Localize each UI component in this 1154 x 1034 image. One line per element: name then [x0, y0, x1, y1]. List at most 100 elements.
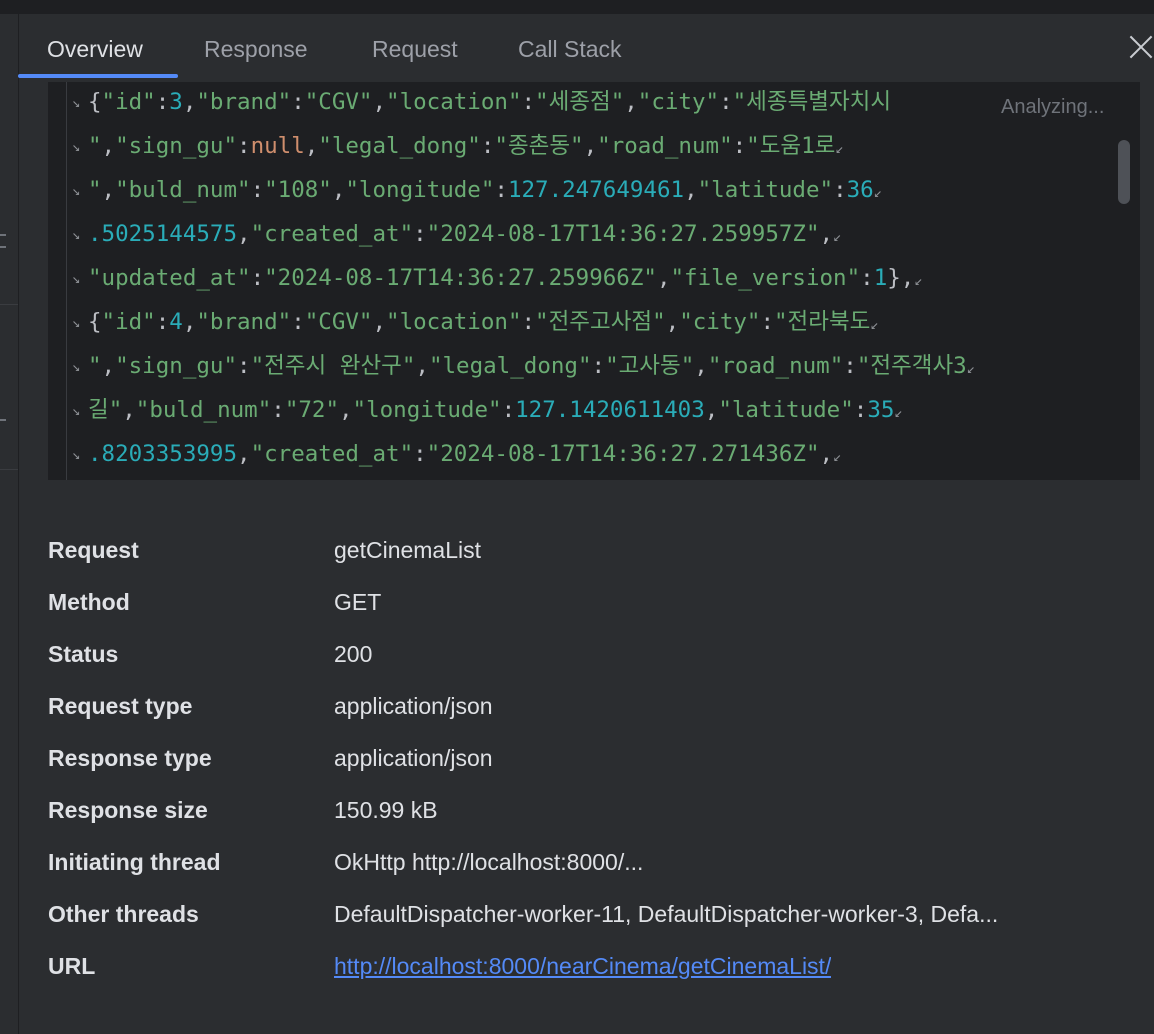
code-token: "road_num": [707, 353, 844, 379]
code-token: },: [887, 265, 915, 291]
code-token: :: [732, 133, 747, 159]
left-tool-strip: [0, 14, 19, 1034]
code-token: :: [501, 397, 516, 423]
inspector-tabs: Overview Response Request Call Stack: [18, 14, 1154, 80]
detail-row-request-type: Request type application/json: [48, 684, 1138, 736]
detail-label: Response size: [48, 797, 208, 823]
soft-wrap-icon: ↘: [72, 138, 81, 155]
detail-row-response-size: Response size 150.99 kB: [48, 788, 1138, 840]
detail-row-status: Status 200: [48, 632, 1138, 684]
code-token: :: [521, 309, 536, 335]
soft-wrap-icon: ↘: [72, 446, 81, 463]
detail-label: Method: [48, 589, 130, 615]
detail-value: getCinemaList: [334, 537, 482, 563]
code-token: :: [719, 89, 733, 115]
code-token: :: [760, 309, 775, 335]
code-token: "longitude": [352, 397, 502, 423]
code-token: :: [250, 177, 265, 203]
code-token: "108": [264, 177, 332, 203]
soft-wrap-icon: ↘: [72, 402, 81, 419]
code-token: :: [413, 441, 427, 467]
code-token: ,: [237, 221, 251, 247]
code-token: ,: [624, 89, 638, 115]
code-token: ,: [583, 133, 598, 159]
tab-response[interactable]: Response: [204, 36, 308, 63]
code-token: :: [250, 265, 265, 291]
detail-label: Initiating thread: [48, 849, 221, 875]
code-token: "전라북도: [774, 309, 871, 335]
code-token: "location": [386, 89, 522, 115]
detail-value: OkHttp http://localhost:8000/...: [334, 849, 644, 875]
detail-label: Request type: [48, 693, 193, 719]
code-token: "location": [386, 309, 522, 335]
code-token: 36: [846, 177, 874, 203]
code-token: :: [291, 89, 305, 115]
code-token: :: [413, 221, 427, 247]
detail-value: DefaultDispatcher-worker-11, DefaultDisp…: [334, 901, 999, 927]
tab-call-stack[interactable]: Call Stack: [518, 36, 622, 63]
code-token: :: [494, 177, 508, 203]
code-token: :: [843, 353, 857, 379]
code-line: ↘ {"id":4,"brand":"CGV","location":"전주고사점…: [72, 302, 1072, 346]
tab-overview[interactable]: Overview: [47, 36, 143, 63]
detail-row-response-type: Response type application/json: [48, 736, 1138, 788]
code-token: "sign_gu": [115, 353, 238, 379]
soft-wrap-icon: ↘: [72, 270, 81, 287]
code-line: ↘ ","buld_num":"108","longitude":127.2476…: [72, 170, 1072, 214]
code-token: ,: [339, 397, 353, 423]
code-token: null: [250, 133, 305, 159]
detail-value: application/json: [334, 745, 493, 771]
detail-row-method: Method GET: [48, 580, 1138, 632]
soft-wrap-icon: ↘: [72, 226, 81, 243]
code-token: :: [833, 177, 847, 203]
response-preview[interactable]: ↘ {"id":3,"brand":"CGV","location":"세종점",…: [48, 82, 1140, 480]
soft-wrap-icon: ↘: [72, 358, 81, 375]
code-token: "created_at": [250, 441, 414, 467]
code-token: "created_at": [250, 221, 414, 247]
code-token: "2024-08-17T14:36:27.259966Z": [264, 265, 657, 291]
soft-wrap-icon: ↙: [966, 361, 976, 377]
code-token: "brand": [196, 89, 292, 115]
code-token: ,: [819, 221, 834, 247]
code-token: {: [88, 309, 102, 335]
detail-row-url: URL http://localhost:8000/nearCinema/get…: [48, 944, 1138, 996]
code-token: "updated_at": [88, 265, 251, 291]
tab-request[interactable]: Request: [372, 36, 458, 63]
code-token: "sign_gu": [115, 133, 238, 159]
detail-label: Other threads: [48, 901, 199, 927]
soft-wrap-icon: ↙: [833, 449, 842, 465]
detail-label: URL: [48, 953, 96, 979]
code-token: "2024-08-17T14:36:27.271436Z": [426, 441, 820, 467]
vertical-scrollbar[interactable]: [1118, 140, 1130, 204]
code-token: "CGV": [304, 89, 373, 115]
code-token: "종촌동": [494, 133, 584, 159]
code-token: "city": [679, 309, 761, 335]
detail-value: GET: [334, 589, 382, 615]
soft-wrap-icon: ↘: [72, 94, 81, 111]
code-lines: ↘ {"id":3,"brand":"CGV","location":"세종점",…: [72, 82, 1072, 478]
url-link[interactable]: http://localhost:8000/nearCinema/getCine…: [334, 953, 831, 980]
code-token: ,: [237, 441, 251, 467]
code-token: 127.247649461: [507, 177, 685, 203]
code-token: "legal_dong": [428, 353, 592, 379]
code-token: "id": [101, 309, 156, 335]
code-token: "전주시 완산구": [250, 353, 416, 379]
code-token: ,: [331, 177, 346, 203]
detail-row-other-threads: Other threads DefaultDispatcher-worker-1…: [48, 892, 1138, 944]
detail-row-request: Request getCinemaList: [48, 528, 1138, 580]
detail-row-initiating-thread: Initiating thread OkHttp http://localhos…: [48, 840, 1138, 892]
analyzing-status: Analyzing...: [1001, 96, 1105, 118]
overview-details: Request getCinemaList Method GET Status …: [48, 528, 1138, 996]
code-token: 127.1420611403: [515, 397, 705, 423]
code-token: .8203353995: [88, 441, 238, 467]
code-token: ,: [101, 133, 116, 159]
code-token: :: [237, 353, 251, 379]
detail-value: application/json: [334, 693, 493, 719]
detail-value: 200: [334, 641, 373, 667]
code-token: "buld_num": [115, 177, 251, 203]
code-token: "latitude": [697, 177, 834, 203]
code-line: ↘ "updated_at":"2024-08-17T14:36:27.25996…: [72, 258, 1072, 302]
code-line: ↘ ","sign_gu":"전주시 완산구","legal_dong":"고사동…: [72, 346, 1072, 390]
code-token: ,: [415, 353, 429, 379]
close-icon[interactable]: [1128, 34, 1154, 60]
